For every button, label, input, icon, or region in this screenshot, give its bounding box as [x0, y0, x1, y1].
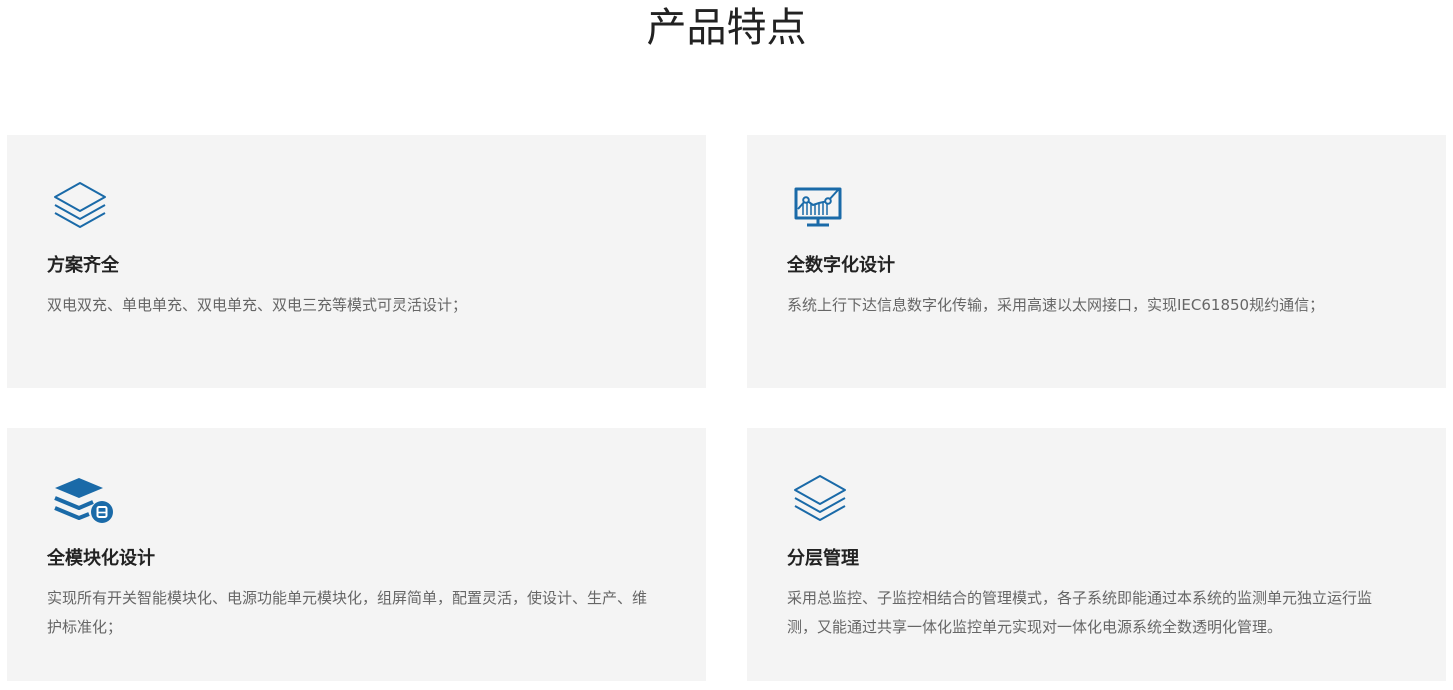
feature-card-layered-management: 分层管理 采用总监控、子监控相结合的管理模式，各子系统即能通过本系统的监测单元独…: [747, 428, 1446, 681]
feature-description: 实现所有开关智能模块化、电源功能单元模块化，组屏简单，配置灵活，使设计、生产、维…: [47, 589, 648, 636]
feature-title: 方案齐全: [47, 255, 119, 276]
feature-card-modular-design: 全模块化设计 实现所有开关智能模块化、电源功能单元模块化，组屏简单，配置灵活，使…: [7, 428, 706, 681]
feature-description: 采用总监控、子监控相结合的管理模式，各子系统即能通过本系统的监测单元独立运行监测…: [787, 589, 1373, 636]
product-features-section: 产品特点 方案齐全 双电双充、单电单充、双电单充、双电三充等模式可灵活设计； 全…: [0, 0, 1453, 690]
monitor-chart-icon: [793, 181, 855, 237]
feature-title: 全模块化设计: [47, 548, 155, 569]
layers-stack-icon: [793, 474, 855, 530]
module-stack-icon: [53, 474, 115, 530]
section-title: 产品特点: [646, 5, 807, 51]
feature-description: 双电双充、单电单充、双电单充、双电三充等模式可灵活设计；: [47, 296, 468, 314]
feature-title: 全数字化设计: [787, 255, 895, 276]
feature-card-digital-design: 全数字化设计 系统上行下达信息数字化传输，采用高速以太网接口，实现IEC6185…: [747, 135, 1446, 388]
feature-description: 系统上行下达信息数字化传输，采用高速以太网接口，实现IEC61850规约通信；: [787, 296, 1325, 314]
feature-card-complete-solutions: 方案齐全 双电双充、单电单充、双电单充、双电三充等模式可灵活设计；: [7, 135, 706, 388]
feature-title: 分层管理: [787, 548, 859, 569]
layers-stack-icon: [53, 181, 115, 237]
